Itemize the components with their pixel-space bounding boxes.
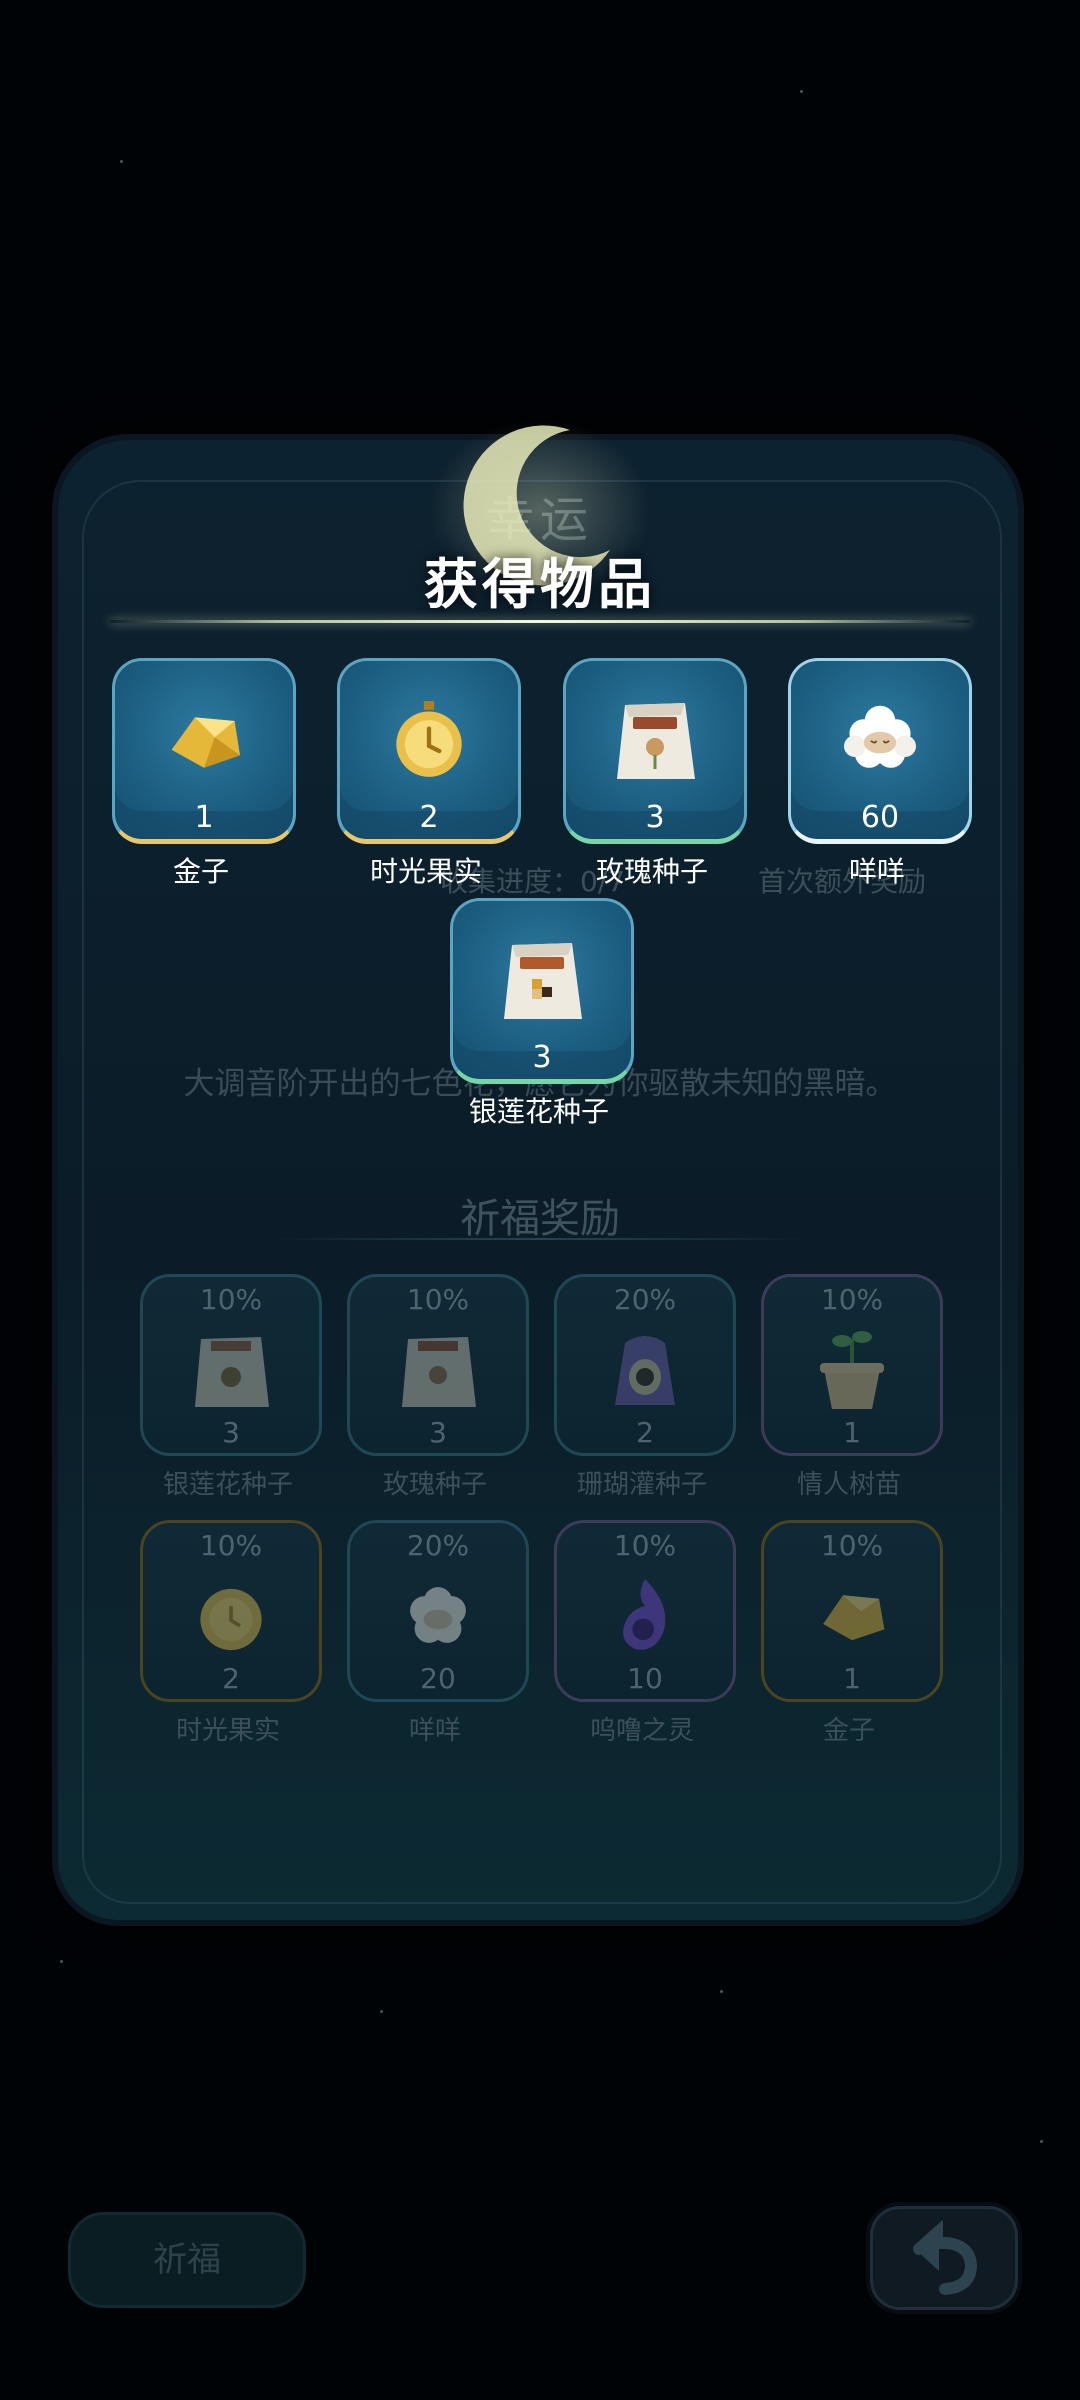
item-name: 咩咩 bbox=[848, 855, 905, 888]
item-name: 银莲花种子 bbox=[468, 1095, 609, 1128]
reward-count: 2 bbox=[222, 1662, 240, 1695]
reward-count: 1 bbox=[843, 1662, 861, 1695]
reward-chance: 10% bbox=[820, 1283, 884, 1316]
reward-item: 10% 1 情人树苗 bbox=[761, 1274, 943, 1501]
sheep-icon bbox=[410, 1586, 466, 1643]
reward-item: 10% 1 金子 bbox=[761, 1520, 943, 1747]
reward-item: 10% 2 时光果实 bbox=[140, 1520, 322, 1747]
reward-item: 10% 3 银莲花种子 bbox=[140, 1274, 322, 1501]
pray-button[interactable]: 祈福 bbox=[68, 2212, 306, 2308]
rose-seed-bag-icon bbox=[402, 1336, 476, 1407]
reward-count: 10 bbox=[627, 1662, 663, 1695]
time-fruit-icon bbox=[396, 701, 462, 778]
section-divider bbox=[270, 1238, 810, 1240]
item-name: 时光果实 bbox=[369, 855, 482, 888]
reward-count: 1 bbox=[843, 1416, 861, 1449]
reward-item: 10% 3 玫瑰种子 bbox=[347, 1274, 529, 1501]
blessing-rewards-title: 祈福奖励 bbox=[460, 1196, 620, 1242]
back-button[interactable] bbox=[870, 2206, 1018, 2310]
reward-chance: 10% bbox=[406, 1283, 470, 1316]
undo-arrow-icon bbox=[913, 2219, 978, 2295]
item-count: 3 bbox=[645, 800, 665, 835]
reward-chance: 20% bbox=[406, 1529, 470, 1562]
reward-name: 时光果实 bbox=[175, 1716, 280, 1746]
item-name: 金子 bbox=[172, 855, 229, 888]
obtained-item: 1 金子 bbox=[112, 658, 296, 890]
reward-chance: 10% bbox=[199, 1283, 263, 1316]
obtained-item: 60 咩咩 bbox=[788, 658, 972, 890]
reward-name: 珊瑚灌种子 bbox=[576, 1470, 707, 1500]
reward-count: 20 bbox=[420, 1662, 456, 1695]
item-count: 3 bbox=[532, 1040, 552, 1075]
obtained-item: 3 玫瑰种子 bbox=[563, 658, 747, 890]
dialog-title: 获得物品 bbox=[424, 553, 656, 616]
spirit-flame-icon bbox=[623, 1578, 666, 1650]
sapling-pot-icon bbox=[820, 1330, 884, 1409]
reward-name: 玫瑰种子 bbox=[382, 1470, 487, 1500]
reward-count: 2 bbox=[636, 1416, 654, 1449]
reward-count: 3 bbox=[222, 1416, 240, 1449]
reward-item: 10% 10 呜噜之灵 bbox=[554, 1520, 736, 1747]
reward-chance: 10% bbox=[820, 1529, 884, 1562]
reward-name: 情人树苗 bbox=[796, 1470, 901, 1500]
anemone-seed-bag-icon bbox=[195, 1336, 269, 1407]
gold-nugget-icon bbox=[171, 717, 240, 769]
time-fruit-icon bbox=[200, 1588, 262, 1650]
item-count: 2 bbox=[419, 800, 439, 835]
item-name: 玫瑰种子 bbox=[595, 855, 708, 888]
reward-chance: 20% bbox=[613, 1283, 677, 1316]
reward-item: 20% 2 珊瑚灌种子 bbox=[554, 1274, 736, 1501]
rose-seed-bag-icon bbox=[617, 703, 695, 780]
obtained-item: 3 银莲花种子 bbox=[450, 898, 634, 1130]
title-divider bbox=[110, 620, 970, 623]
item-count: 1 bbox=[194, 800, 214, 835]
reward-chance: 10% bbox=[199, 1529, 263, 1562]
reward-chance: 10% bbox=[613, 1529, 677, 1562]
reward-name: 金子 bbox=[822, 1716, 875, 1746]
gold-nugget-icon bbox=[823, 1594, 885, 1640]
reward-count: 3 bbox=[429, 1416, 447, 1449]
anemone-seed-bag-icon bbox=[504, 943, 582, 1020]
reward-name: 呜噜之灵 bbox=[589, 1716, 694, 1746]
sheep-icon bbox=[844, 706, 916, 769]
coral-seed-bag-icon bbox=[615, 1335, 675, 1405]
item-count: 60 bbox=[860, 800, 900, 835]
reward-name: 咩咩 bbox=[408, 1716, 461, 1746]
reward-name: 银莲花种子 bbox=[162, 1470, 293, 1500]
obtained-item: 2 时光果实 bbox=[337, 658, 521, 890]
reward-item: 20% 20 咩咩 bbox=[347, 1520, 529, 1747]
